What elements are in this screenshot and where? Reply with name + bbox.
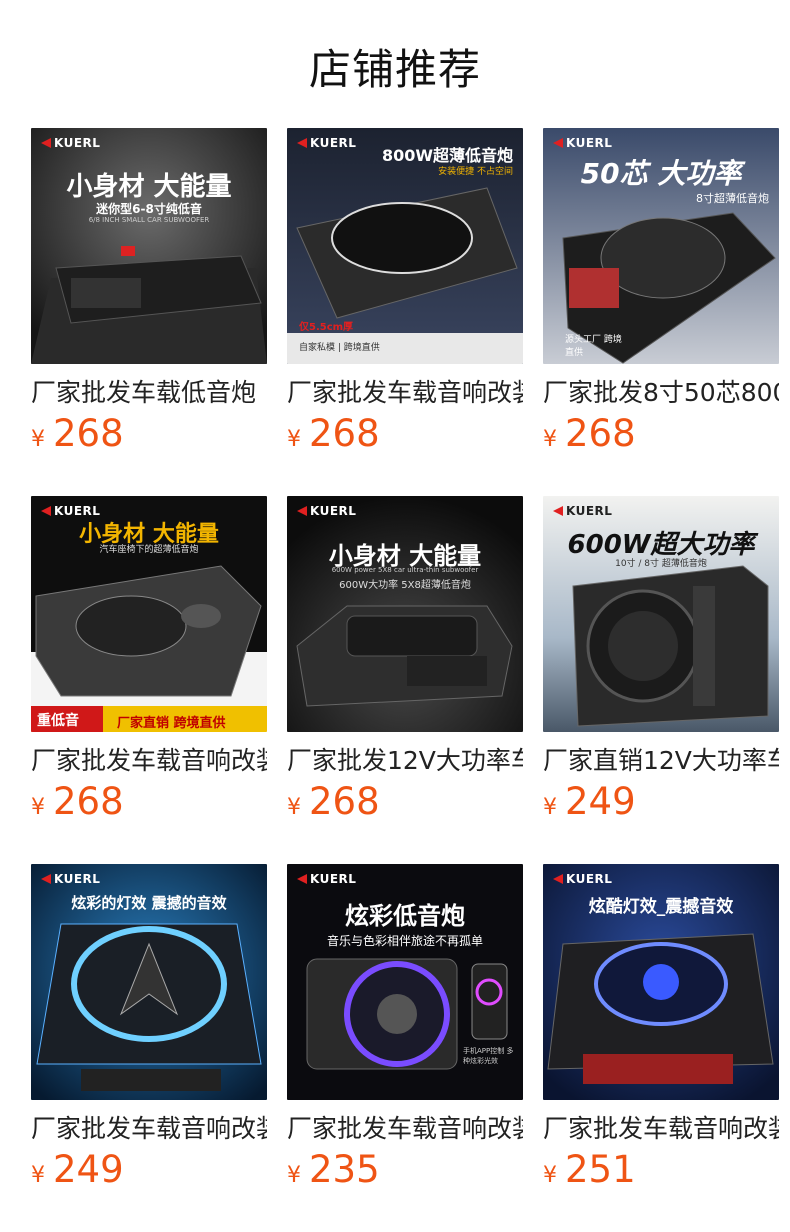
- product-name[interactable]: 厂家批发8寸50芯800W: [543, 378, 779, 408]
- product-image[interactable]: KUERL 50芯 大功率 8寸超薄低音炮 源头工厂 跨境直供: [543, 128, 779, 364]
- price-value: 268: [53, 780, 124, 823]
- price-value: 235: [309, 1148, 380, 1191]
- product-price: ¥251: [543, 1150, 779, 1197]
- price-value: 249: [53, 1148, 124, 1191]
- product-card[interactable]: KUERL 炫彩的灯效 震撼的音效 厂家批发车载音响改装 ¥249: [31, 864, 267, 1197]
- brand-logo: KUERL: [297, 872, 356, 886]
- product-card[interactable]: KUERL 小身材 大能量 600W power 5X8 car ultra-t…: [287, 496, 523, 829]
- product-price: ¥268: [543, 414, 779, 461]
- brand-logo: KUERL: [553, 136, 612, 150]
- price-value: 268: [309, 412, 380, 455]
- price-value: 251: [565, 1148, 636, 1191]
- image-subtitle: 汽车座椅下的超薄低音炮: [99, 545, 199, 555]
- image-headline: 炫酷灯效_震撼音效: [588, 897, 734, 917]
- image-subtitle: 音乐与色彩相伴旅途不再孤单: [326, 934, 483, 948]
- product-price: ¥268: [31, 782, 267, 829]
- image-subtitle: 迷你型6-8寸纯低音: [96, 202, 202, 216]
- currency-symbol: ¥: [287, 1163, 301, 1188]
- currency-symbol: ¥: [543, 795, 557, 820]
- product-image[interactable]: KUERL 小身材 大能量 汽车座椅下的超薄低音炮 重低音 厂家直销 跨境直供: [31, 496, 267, 732]
- product-name[interactable]: 厂家批发12V大功率车载: [287, 746, 523, 776]
- product-card[interactable]: KUERL 小身材 大能量 汽车座椅下的超薄低音炮 重低音 厂家直销 跨境直供 …: [31, 496, 267, 829]
- product-price: ¥235: [287, 1150, 523, 1197]
- image-subtitle: 安装便捷 不占空间: [438, 167, 513, 177]
- image-headline: 50芯 大功率: [580, 157, 742, 190]
- product-image[interactable]: KUERL 炫彩低音炮 音乐与色彩相伴旅途不再孤单 手机APP控制 多种炫彩光效: [287, 864, 523, 1100]
- currency-symbol: ¥: [543, 427, 557, 452]
- image-caption: 600W大功率 5X8超薄低音炮: [339, 580, 471, 591]
- product-name[interactable]: 厂家批发车载音响改装: [543, 1114, 779, 1144]
- product-price: ¥249: [31, 1150, 267, 1197]
- brand-logo: KUERL: [553, 504, 612, 518]
- product-name[interactable]: 厂家批发车载音响改装: [287, 378, 523, 408]
- product-name[interactable]: 厂家批发车载音响改装: [31, 746, 267, 776]
- image-subtitle: 10寸 / 8寸 超薄低音炮: [615, 559, 707, 569]
- image-footer: 自家私模 | 跨境直供: [299, 343, 380, 353]
- image-footer: 源头工厂 跨境直供: [565, 335, 622, 358]
- price-value: 268: [53, 412, 124, 455]
- image-subtitle: 600W power 5X8 car ultra-thin subwoofer: [331, 566, 479, 574]
- image-headline: 炫彩低音炮: [345, 902, 465, 930]
- product-card[interactable]: KUERL 小身材 大能量 迷你型6-8寸纯低音 6/8 INCH SMALL …: [31, 128, 267, 461]
- brand-logo: KUERL: [297, 504, 356, 518]
- product-card[interactable]: KUERL 炫酷灯效_震撼音效 厂家批发车载音响改装 ¥251: [543, 864, 779, 1197]
- currency-symbol: ¥: [287, 795, 301, 820]
- product-card[interactable]: KUERL 800W超薄低音炮 安装便捷 不占空间 仅5.5cm厚 自家私模 |…: [287, 128, 523, 461]
- product-card[interactable]: KUERL 炫彩低音炮 音乐与色彩相伴旅途不再孤单 手机APP控制 多种炫彩光效…: [287, 864, 523, 1197]
- product-name[interactable]: 厂家批发车载音响改装: [31, 1114, 267, 1144]
- brand-logo: KUERL: [297, 136, 356, 150]
- image-headline: 800W超薄低音炮: [381, 146, 513, 165]
- product-card[interactable]: KUERL 600W超大功率 10寸 / 8寸 超薄低音炮 厂家直销12V大功率…: [543, 496, 779, 829]
- product-image[interactable]: KUERL 炫酷灯效_震撼音效: [543, 864, 779, 1100]
- brand-logo: KUERL: [41, 136, 100, 150]
- product-price: ¥268: [287, 782, 523, 829]
- image-subtitle: 8寸超薄低音炮: [696, 192, 769, 205]
- banner-bass-label: 重低音: [37, 713, 79, 729]
- currency-symbol: ¥: [31, 427, 45, 452]
- currency-symbol: ¥: [31, 1163, 45, 1188]
- image-headline: 小身材 大能量: [66, 172, 232, 202]
- price-value: 268: [565, 412, 636, 455]
- brand-logo: KUERL: [553, 872, 612, 886]
- product-name[interactable]: 厂家批发车载音响改装: [287, 1114, 523, 1144]
- product-price: ¥249: [543, 782, 779, 829]
- price-value: 249: [565, 780, 636, 823]
- product-price: ¥268: [31, 414, 267, 461]
- brand-logo: KUERL: [41, 872, 100, 886]
- product-image[interactable]: KUERL 小身材 大能量 600W power 5X8 car ultra-t…: [287, 496, 523, 732]
- product-name[interactable]: 厂家直销12V大功率车载: [543, 746, 779, 776]
- price-value: 268: [309, 780, 380, 823]
- image-footer: 手机APP控制 多种炫彩光效: [463, 1047, 514, 1065]
- product-image[interactable]: KUERL 800W超薄低音炮 安装便捷 不占空间 仅5.5cm厚 自家私模 |…: [287, 128, 523, 364]
- section-title: 店铺推荐: [308, 45, 481, 94]
- product-image[interactable]: KUERL 小身材 大能量 迷你型6-8寸纯低音 6/8 INCH SMALL …: [31, 128, 267, 364]
- currency-symbol: ¥: [543, 1163, 557, 1188]
- currency-symbol: ¥: [31, 795, 45, 820]
- product-image[interactable]: KUERL 600W超大功率 10寸 / 8寸 超薄低音炮: [543, 496, 779, 732]
- image-headline: 炫彩的灯效 震撼的音效: [71, 894, 227, 912]
- thickness-tag: 仅5.5cm厚: [299, 322, 354, 333]
- product-price: ¥268: [287, 414, 523, 461]
- product-card[interactable]: KUERL 50芯 大功率 8寸超薄低音炮 源头工厂 跨境直供 厂家批发8寸50…: [543, 128, 779, 461]
- product-image[interactable]: KUERL 炫彩的灯效 震撼的音效: [31, 864, 267, 1100]
- currency-symbol: ¥: [287, 427, 301, 452]
- image-caption: 6/8 INCH SMALL CAR SUBWOOFER: [88, 216, 210, 224]
- product-name[interactable]: 厂家批发车载低音炮: [31, 378, 267, 408]
- banner-direct-label: 厂家直销 跨境直供: [117, 716, 226, 731]
